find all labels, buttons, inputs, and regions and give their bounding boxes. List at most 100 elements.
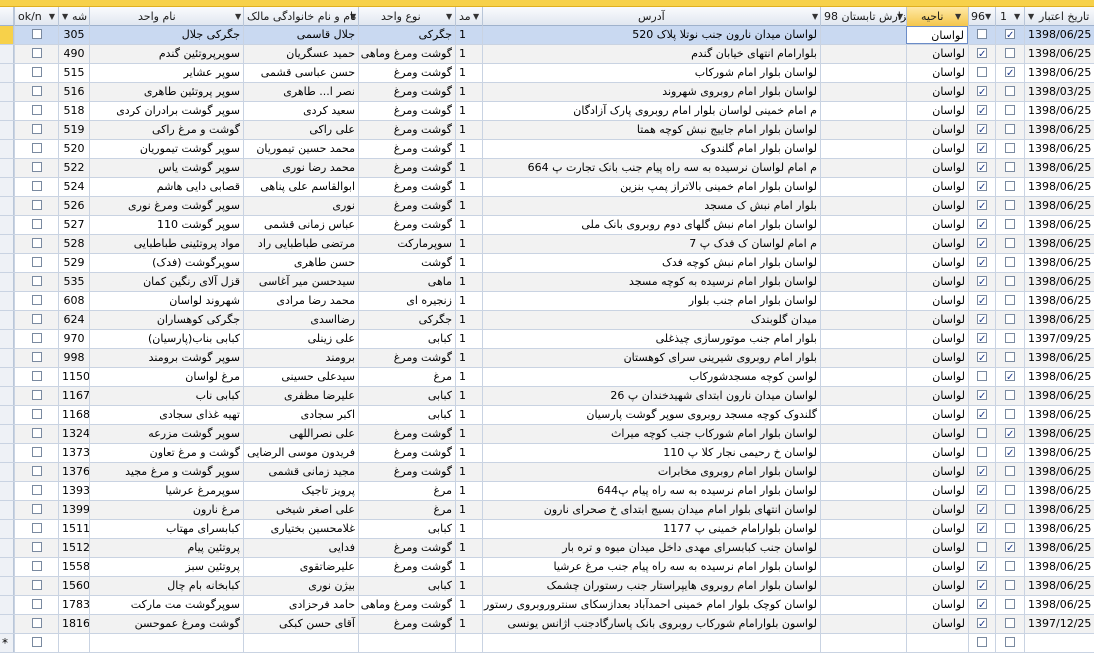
select-all-corner[interactable] [0, 7, 14, 25]
check-96[interactable] [968, 634, 995, 652]
record-selector[interactable] [0, 292, 14, 310]
checkbox[interactable] [977, 217, 987, 234]
checkbox[interactable] [1005, 637, 1015, 647]
cell-id[interactable]: 1560 [58, 577, 89, 595]
cell-md[interactable]: 1 [455, 482, 482, 500]
checkbox[interactable] [977, 179, 987, 196]
cell-owner[interactable]: برومند [243, 349, 358, 367]
table-row[interactable]: 1393 سوپرمرغ عرشیا پرویز تاجیک مرغ 1 لواسان ب… [0, 482, 1094, 501]
check-1[interactable] [995, 121, 1024, 139]
cell-id[interactable]: 970 [58, 330, 89, 348]
cell-unit-name[interactable]: کبابخانه بام چال [89, 577, 243, 595]
check-1[interactable] [995, 463, 1024, 481]
checkbox[interactable] [1005, 257, 1015, 267]
cell-unit-name[interactable]: سوپر گوشت مزرعه [89, 425, 243, 443]
cell-owner[interactable]: محمد رضا نوری [243, 159, 358, 177]
cell-md[interactable]: 1 [455, 102, 482, 120]
cell-summer-report[interactable] [820, 102, 906, 120]
cell-md[interactable]: 1 [455, 83, 482, 101]
checkbox[interactable] [977, 274, 987, 291]
cell-district[interactable]: لواسان [906, 45, 968, 63]
cell-district[interactable]: لواسان [906, 387, 968, 405]
cell-id[interactable]: 1511 [58, 520, 89, 538]
check-96[interactable] [968, 121, 995, 139]
cell-md[interactable]: 1 [455, 615, 482, 633]
cell-unit-type[interactable]: گوشت ومرغ [358, 140, 455, 158]
checkbox[interactable] [977, 29, 987, 39]
cell-unit-type[interactable]: گوشت ومرغ [358, 349, 455, 367]
checkbox[interactable] [31, 561, 42, 571]
cell-district[interactable]: لواسان [906, 159, 968, 177]
cell-summer-report[interactable] [820, 45, 906, 63]
cell-valid-date[interactable]: 1398/06/25 [1024, 102, 1094, 120]
ok-checkbox[interactable] [14, 387, 58, 405]
cell-district[interactable]: لواسان [906, 311, 968, 329]
checkbox[interactable] [977, 388, 987, 405]
cell-unit-name[interactable]: سوپر عشایر [89, 64, 243, 82]
ok-checkbox[interactable] [14, 596, 58, 614]
cell-address[interactable]: لواسان انتهای بلوار امام میدان بسیج ابتد… [482, 501, 820, 519]
ok-checkbox[interactable] [14, 178, 58, 196]
cell-unit-type[interactable]: سوپرمارکت [358, 235, 455, 253]
check-1[interactable] [995, 64, 1024, 82]
cell-owner[interactable]: نوری [243, 197, 358, 215]
cell-district[interactable]: لواسان [906, 140, 968, 158]
check-1[interactable] [995, 235, 1024, 253]
checkbox[interactable] [31, 371, 42, 381]
checkbox[interactable] [1005, 599, 1015, 609]
cell-unit-name[interactable]: سوپرگوشت مت مارکت [89, 596, 243, 614]
ok-checkbox[interactable] [14, 235, 58, 253]
cell-unit-type[interactable]: گوشت ومرغ [358, 83, 455, 101]
ok-checkbox[interactable] [14, 501, 58, 519]
cell-md[interactable]: 1 [455, 330, 482, 348]
record-selector[interactable] [0, 197, 14, 215]
check-1[interactable] [995, 254, 1024, 272]
cell-unit-type[interactable]: کبابی [358, 387, 455, 405]
ok-checkbox[interactable] [14, 159, 58, 177]
ok-checkbox[interactable] [14, 482, 58, 500]
cell-unit-type[interactable]: گوشت ومرغ [358, 197, 455, 215]
cell-owner[interactable]: سیدعلی حسینی [243, 368, 358, 386]
cell-summer-report[interactable] [820, 330, 906, 348]
cell-unit-type[interactable]: گوشت ومرغ [358, 463, 455, 481]
record-selector[interactable] [0, 520, 14, 538]
cell-owner[interactable]: آقای حسن کبکی [243, 615, 358, 633]
check-1[interactable] [995, 406, 1024, 424]
cell-owner[interactable]: ابوالقاسم علی پناهی [243, 178, 358, 196]
checkbox[interactable] [31, 390, 42, 400]
cell-summer-report[interactable] [820, 235, 906, 253]
cell-unit-type[interactable]: کبابی [358, 330, 455, 348]
check-96[interactable] [968, 216, 995, 234]
check-96[interactable] [968, 501, 995, 519]
cell-md[interactable]: 1 [455, 159, 482, 177]
cell-district[interactable]: لواسان [906, 83, 968, 101]
cell-district[interactable]: لواسان [906, 406, 968, 424]
cell-id[interactable]: 1373 [58, 444, 89, 462]
checkbox[interactable] [977, 464, 987, 481]
cell-unit-type[interactable]: جگرکی [358, 26, 455, 44]
record-selector[interactable] [0, 558, 14, 576]
checkbox[interactable] [31, 238, 42, 248]
cell-owner[interactable]: علیرضا مظفری [243, 387, 358, 405]
cell-owner[interactable]: مرتضی طباطبایی راد [243, 235, 358, 253]
record-selector[interactable] [0, 121, 14, 139]
cell-unit-type[interactable] [358, 634, 455, 652]
cell-summer-report[interactable] [820, 596, 906, 614]
ok-checkbox[interactable] [14, 463, 58, 481]
check-1[interactable] [995, 83, 1024, 101]
checkbox[interactable] [1005, 143, 1015, 153]
check-1[interactable] [995, 596, 1024, 614]
cell-summer-report[interactable] [820, 121, 906, 139]
cell-unit-name[interactable]: سوپر پروتئین طاهری [89, 83, 243, 101]
cell-owner[interactable] [243, 634, 358, 652]
checkbox[interactable] [1005, 561, 1015, 571]
cell-owner[interactable]: محمد حسین تیموریان [243, 140, 358, 158]
cell-summer-report[interactable] [820, 83, 906, 101]
checkbox[interactable] [31, 295, 42, 305]
check-1[interactable] [995, 520, 1024, 538]
check-1[interactable] [995, 539, 1024, 557]
cell-unit-type[interactable]: گوشت ومرغ وماهی [358, 596, 455, 614]
cell-id[interactable]: 624 [58, 311, 89, 329]
cell-address[interactable]: لواسان بلوار امام گلندوک [482, 140, 820, 158]
cell-valid-date[interactable]: 1398/06/25 [1024, 539, 1094, 557]
